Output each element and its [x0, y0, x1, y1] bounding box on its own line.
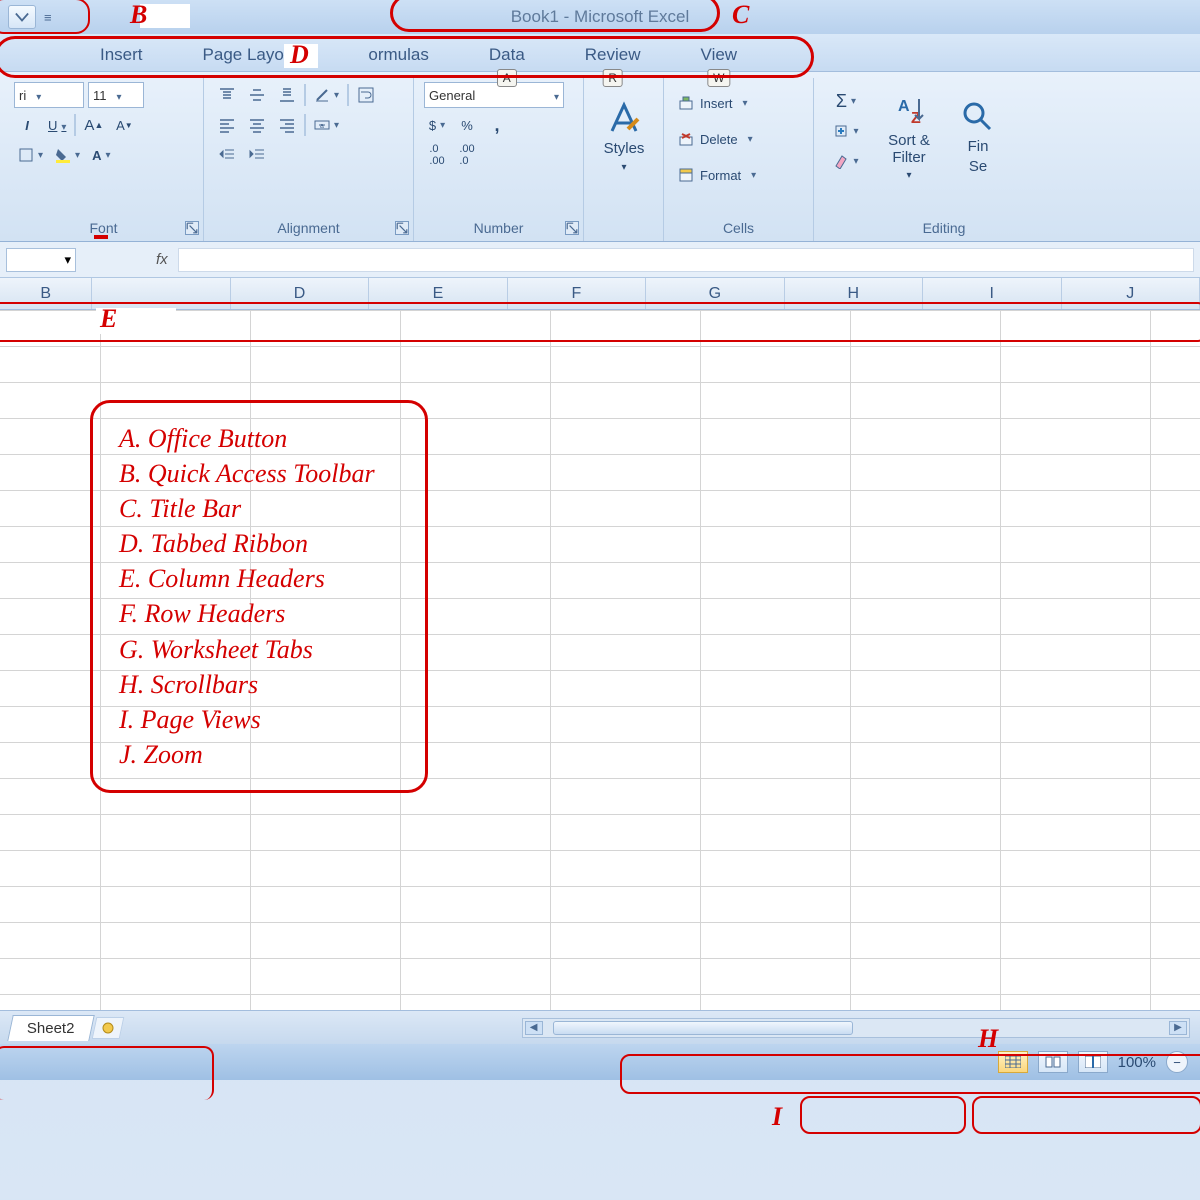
group-cells: Insert Delete Format Cells: [664, 78, 814, 241]
annotation-legend: A. Office ButtonB. Quick Access ToolbarC…: [90, 400, 428, 793]
column-header-F[interactable]: F: [508, 278, 646, 309]
group-number-label: Number: [424, 217, 573, 239]
scroll-thumb[interactable]: [553, 1021, 853, 1035]
group-editing-label: Editing: [824, 217, 1064, 239]
keytip-review: R: [602, 69, 623, 87]
scroll-left-arrow[interactable]: ◀: [525, 1021, 543, 1035]
horizontal-scrollbar[interactable]: ◀ ▶: [522, 1018, 1190, 1038]
currency-button[interactable]: $: [424, 112, 450, 138]
comma-button[interactable]: ,: [484, 112, 510, 138]
increase-indent-button[interactable]: [244, 142, 270, 168]
sheet-tab-sheet2[interactable]: Sheet2: [7, 1015, 94, 1041]
shrink-font-button[interactable]: A▼: [111, 112, 137, 138]
status-bar: 100% −: [0, 1044, 1200, 1080]
column-header-blank[interactable]: [92, 278, 230, 309]
number-dialog-launcher[interactable]: [565, 221, 579, 235]
decrease-indent-button[interactable]: [214, 142, 240, 168]
format-cells-button[interactable]: Format: [674, 160, 803, 190]
ribbon: ri 11 I U A▲ A▼ A Font: [0, 72, 1200, 242]
sort-filter-button[interactable]: AZ Sort & Filter▾: [874, 82, 944, 192]
keytip-data: A: [497, 69, 517, 87]
ribbon-tabs: Insert Page Layout Formulas DataA Review…: [0, 34, 1200, 72]
column-header-B[interactable]: B: [0, 278, 92, 309]
group-alignment: a Alignment: [204, 78, 414, 241]
window-title: Book1 - Microsoft Excel: [511, 7, 690, 27]
annot-letter-i: I: [772, 1102, 782, 1132]
percent-button[interactable]: %: [454, 112, 480, 138]
border-button[interactable]: [14, 142, 47, 168]
name-box[interactable]: ▾: [6, 248, 76, 272]
orientation-button[interactable]: [310, 82, 343, 108]
column-header-J[interactable]: J: [1062, 278, 1200, 309]
group-number: General $ % , .0.00 .00.0 Number: [414, 78, 584, 241]
merge-button[interactable]: a: [310, 112, 343, 138]
grow-font-button[interactable]: A▲: [80, 112, 107, 138]
fill-color-button[interactable]: [51, 142, 84, 168]
alignment-dialog-launcher[interactable]: [395, 221, 409, 235]
italic-button[interactable]: I: [14, 112, 40, 138]
svg-text:a: a: [320, 123, 324, 130]
column-header-G[interactable]: G: [646, 278, 784, 309]
fx-label[interactable]: fx: [156, 251, 168, 268]
column-header-D[interactable]: D: [231, 278, 369, 309]
column-header-E[interactable]: E: [369, 278, 507, 309]
column-headers: B DEFGHIJ: [0, 278, 1200, 310]
font-dialog-launcher[interactable]: [185, 221, 199, 235]
group-styles: Styles ▾: [584, 78, 664, 241]
group-editing: Σ AZ Sort & Filter▾ Fin Se Editing: [814, 78, 1074, 241]
clear-button[interactable]: [824, 148, 868, 174]
autosum-button[interactable]: Σ: [824, 88, 868, 114]
svg-text:A: A: [898, 98, 910, 115]
delete-cells-button[interactable]: Delete: [674, 124, 803, 154]
page-break-view-button[interactable]: [1078, 1051, 1108, 1073]
tab-data[interactable]: DataA: [479, 39, 535, 71]
align-top-button[interactable]: [214, 82, 240, 108]
scroll-right-arrow[interactable]: ▶: [1169, 1021, 1187, 1035]
font-size-combo[interactable]: 11: [88, 82, 144, 108]
tab-formulas[interactable]: Formulas: [348, 39, 439, 71]
qat-button[interactable]: [8, 5, 36, 29]
column-header-I[interactable]: I: [923, 278, 1061, 309]
align-middle-button[interactable]: [244, 82, 270, 108]
formula-input[interactable]: [178, 248, 1194, 272]
new-sheet-button[interactable]: [91, 1017, 124, 1039]
font-name-combo[interactable]: ri: [14, 82, 84, 108]
sheet-tabs-bar: Sheet2 ◀ ▶: [0, 1010, 1200, 1044]
align-right-button[interactable]: [274, 112, 300, 138]
formula-bar: ▾ fx: [0, 242, 1200, 278]
normal-view-button[interactable]: [998, 1051, 1028, 1073]
increase-decimal-button[interactable]: .0.00: [424, 142, 450, 168]
styles-button[interactable]: Styles ▾: [594, 82, 654, 192]
tab-insert[interactable]: Insert: [90, 39, 153, 71]
tab-review[interactable]: ReviewR: [575, 39, 651, 71]
group-cells-label: Cells: [674, 217, 803, 239]
zoom-out-button[interactable]: −: [1166, 1051, 1188, 1073]
insert-cells-button[interactable]: Insert: [674, 88, 803, 118]
decrease-decimal-button[interactable]: .00.0: [454, 142, 480, 168]
tab-view[interactable]: ViewW: [691, 39, 748, 71]
page-layout-view-button[interactable]: [1038, 1051, 1068, 1073]
align-center-button[interactable]: [244, 112, 270, 138]
number-format-combo[interactable]: General: [424, 82, 564, 108]
group-alignment-label: Alignment: [214, 217, 403, 239]
fill-button[interactable]: [824, 118, 868, 144]
align-bottom-button[interactable]: [274, 82, 300, 108]
align-left-button[interactable]: [214, 112, 240, 138]
find-select-button[interactable]: Fin Se: [950, 82, 1006, 192]
qat-customize-icon[interactable]: ≡: [44, 10, 52, 25]
group-font: ri 11 I U A▲ A▼ A Font: [4, 78, 204, 241]
zoom-level[interactable]: 100%: [1118, 1054, 1156, 1071]
font-color-button[interactable]: A: [88, 142, 114, 168]
column-header-H[interactable]: H: [785, 278, 923, 309]
keytip-view: W: [707, 69, 730, 87]
wrap-text-button[interactable]: [353, 82, 379, 108]
underline-button[interactable]: U: [44, 112, 70, 138]
